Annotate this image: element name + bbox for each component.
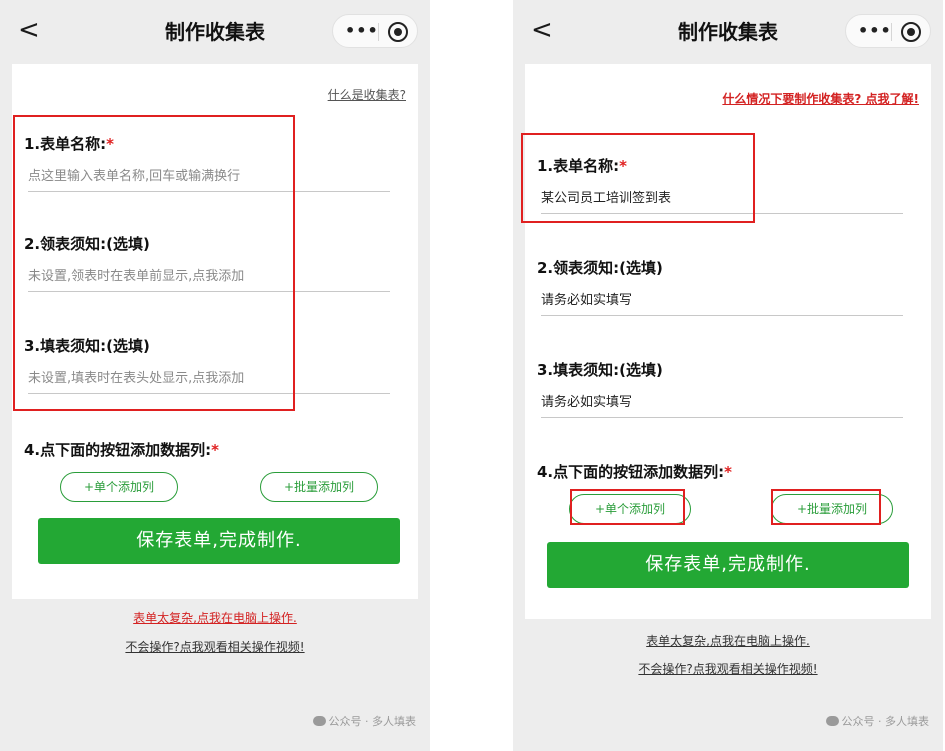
receive-notice-label: 2.领表须知:(选填) [24, 235, 150, 253]
form-name-field: 1.表单名称:* 点这里输入表单名称,回车或输满换行 [24, 134, 404, 192]
form-card: 什么是收集表? 1.表单名称:* 点这里输入表单名称,回车或输满换行 2.领表须… [12, 64, 418, 599]
more-menu-icon[interactable]: ••• [858, 21, 892, 41]
nav-bar: < 制作收集表 ••• [0, 0, 430, 60]
add-batch-columns-button[interactable]: +批量添加列 [771, 494, 893, 524]
form-name-input[interactable]: 点这里输入表单名称,回车或输满换行 [28, 168, 390, 192]
receive-notice-input[interactable]: 未设置,领表时在表单前显示,点我添加 [28, 268, 390, 292]
add-columns-field: 4.点下面的按钮添加数据列:* [537, 462, 917, 482]
receive-notice-label: 2.领表须知:(选填) [537, 259, 663, 277]
receive-notice-field: 2.领表须知:(选填) 未设置,领表时在表单前显示,点我添加 [24, 234, 404, 292]
tutorial-video-link[interactable]: 不会操作?点我观看相关操作视频! [513, 661, 943, 677]
watermark: 公众号 · 多人填表 [825, 713, 929, 729]
save-form-button[interactable]: 保存表单,完成制作. [38, 518, 400, 564]
form-name-field: 1.表单名称:* 某公司员工培训签到表 [537, 156, 917, 214]
fill-notice-input[interactable]: 请务必如实填写 [541, 394, 903, 418]
close-mini-program-icon[interactable] [388, 22, 408, 42]
form-card: 什么情况下要制作收集表? 点我了解! 1.表单名称:* 某公司员工培训签到表 2… [525, 64, 931, 619]
add-batch-columns-button[interactable]: +批量添加列 [260, 472, 378, 502]
capsule-divider [378, 23, 379, 41]
required-mark: * [211, 441, 219, 459]
mini-program-capsule: ••• [332, 14, 418, 48]
mini-program-capsule: ••• [845, 14, 931, 48]
fill-notice-field: 3.填表须知:(选填) 未设置,填表时在表头处显示,点我添加 [24, 336, 404, 394]
fill-notice-input[interactable]: 未设置,填表时在表头处显示,点我添加 [28, 370, 390, 394]
what-is-form-link[interactable]: 什么是收集表? [328, 86, 406, 103]
add-columns-label: 4.点下面的按钮添加数据列:* [537, 463, 732, 481]
desktop-operation-link[interactable]: 表单太复杂,点我在电脑上操作. [513, 633, 943, 649]
form-name-label: 1.表单名称:* [537, 157, 627, 175]
fill-notice-field: 3.填表须知:(选填) 请务必如实填写 [537, 360, 917, 418]
nav-bar: < 制作收集表 ••• [513, 0, 943, 60]
left-phone-screen: < 制作收集表 ••• 什么是收集表? 1.表单名称:* 点这里输入表单名称,回… [0, 0, 430, 751]
watermark: 公众号 · 多人填表 [312, 713, 416, 729]
tutorial-video-link[interactable]: 不会操作?点我观看相关操作视频! [0, 639, 430, 655]
add-single-column-button[interactable]: +单个添加列 [60, 472, 178, 502]
save-form-button[interactable]: 保存表单,完成制作. [547, 542, 909, 588]
fill-notice-label: 3.填表须知:(选填) [24, 337, 150, 355]
capsule-divider [891, 23, 892, 41]
close-mini-program-icon[interactable] [901, 22, 921, 42]
receive-notice-input[interactable]: 请务必如实填写 [541, 292, 903, 316]
wechat-icon [312, 716, 326, 726]
form-name-input[interactable]: 某公司员工培训签到表 [541, 190, 903, 214]
when-to-make-form-link[interactable]: 什么情况下要制作收集表? 点我了解! [722, 90, 919, 107]
required-mark: * [619, 157, 627, 175]
more-menu-icon[interactable]: ••• [345, 21, 379, 41]
fill-notice-label: 3.填表须知:(选填) [537, 361, 663, 379]
required-mark: * [106, 135, 114, 153]
required-mark: * [724, 463, 732, 481]
form-name-label: 1.表单名称:* [24, 135, 114, 153]
wechat-icon [825, 716, 839, 726]
right-phone-screen: < 制作收集表 ••• 什么情况下要制作收集表? 点我了解! 1.表单名称:* … [513, 0, 943, 751]
desktop-operation-link[interactable]: 表单太复杂,点我在电脑上操作. [0, 610, 430, 626]
receive-notice-field: 2.领表须知:(选填) 请务必如实填写 [537, 258, 917, 316]
add-single-column-button[interactable]: +单个添加列 [569, 494, 691, 524]
add-columns-label: 4.点下面的按钮添加数据列:* [24, 441, 219, 459]
add-columns-field: 4.点下面的按钮添加数据列:* [24, 440, 404, 460]
